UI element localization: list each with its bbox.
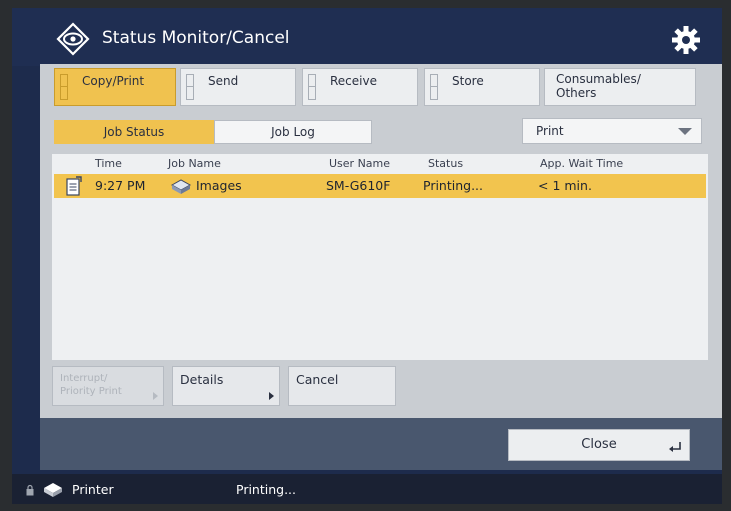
details-button[interactable]: Details	[172, 366, 280, 406]
job-status: Printing...	[423, 178, 484, 193]
cancel-button[interactable]: Cancel	[288, 366, 396, 406]
button-label: Details	[180, 372, 224, 387]
printer-icon	[44, 483, 62, 497]
column-header-user-name: User Name	[329, 157, 391, 170]
job-type-dropdown[interactable]: Print	[522, 118, 702, 144]
column-header-time: Time	[95, 157, 122, 170]
column-header-wait-time: App. Wait Time	[540, 157, 624, 170]
tab-indicator	[308, 74, 316, 100]
status-monitor-eye-icon	[56, 22, 90, 56]
close-button[interactable]: Close	[508, 429, 690, 461]
button-label: Close	[581, 437, 617, 452]
tab-indicator	[430, 74, 438, 100]
interrupt-priority-print-button[interactable]: Interrupt/ Priority Print	[52, 366, 164, 406]
chevron-right-icon	[153, 392, 158, 400]
tab-receive[interactable]: Receive	[302, 68, 418, 106]
print-job-icon	[170, 179, 192, 194]
job-list: Time Job Name User Name Status App. Wait…	[52, 154, 708, 360]
page-title: Status Monitor/Cancel	[102, 28, 290, 48]
tab-label: Copy/Print	[82, 74, 145, 88]
tab-indicator	[60, 74, 68, 100]
subtab-job-log[interactable]: Job Log	[214, 120, 372, 144]
job-user-name: SM-G610F	[326, 178, 391, 193]
subtab-bar: Job Status Job Log	[54, 120, 372, 144]
chevron-right-icon	[269, 392, 274, 400]
tab-copy-print[interactable]: Copy/Print	[54, 68, 176, 106]
close-bar: Close	[40, 418, 722, 470]
tab-label-line2: Others	[556, 86, 597, 100]
column-header-job-name: Job Name	[168, 157, 221, 170]
return-icon	[669, 442, 681, 452]
chevron-down-icon	[678, 128, 692, 135]
action-buttons: Interrupt/ Priority Print Details Cancel	[52, 366, 708, 410]
printer-screen: Status Monitor/Cancel Copy/Print Send Re…	[12, 8, 722, 504]
tab-consumables-others[interactable]: Consumables/ Others	[544, 68, 696, 106]
job-wait-time: < 1 min.	[538, 178, 592, 193]
status-bar: Printer Printing...	[12, 474, 722, 504]
job-name: Images	[196, 178, 242, 193]
tab-label-line1: Consumables/	[556, 72, 641, 86]
column-header-status: Status	[428, 157, 464, 170]
dropdown-value: Print	[536, 124, 564, 138]
tab-store[interactable]: Store	[424, 68, 540, 106]
tab-label: Consumables/ Others	[556, 72, 641, 100]
button-label-line2: Priority Print	[60, 386, 122, 397]
device-label: Printer	[72, 482, 114, 497]
button-label: Cancel	[296, 372, 339, 387]
tab-send[interactable]: Send	[180, 68, 296, 106]
subtab-job-status[interactable]: Job Status	[54, 120, 214, 144]
document-icon	[66, 176, 82, 196]
title-bar: Status Monitor/Cancel	[12, 8, 722, 66]
lock-icon	[26, 484, 34, 496]
button-label-line1: Interrupt/	[60, 373, 108, 384]
tab-label: Receive	[330, 74, 377, 88]
button-label: Interrupt/ Priority Print	[60, 372, 122, 398]
tab-label: Send	[208, 74, 239, 88]
job-time: 9:27 PM	[95, 178, 146, 193]
tab-label: Store	[452, 74, 484, 88]
table-row[interactable]: 9:27 PM Images SM-G610F Printing... < 1 …	[54, 174, 706, 198]
tab-indicator	[186, 74, 194, 100]
status-text: Printing...	[236, 482, 297, 497]
gear-icon[interactable]	[670, 24, 702, 56]
